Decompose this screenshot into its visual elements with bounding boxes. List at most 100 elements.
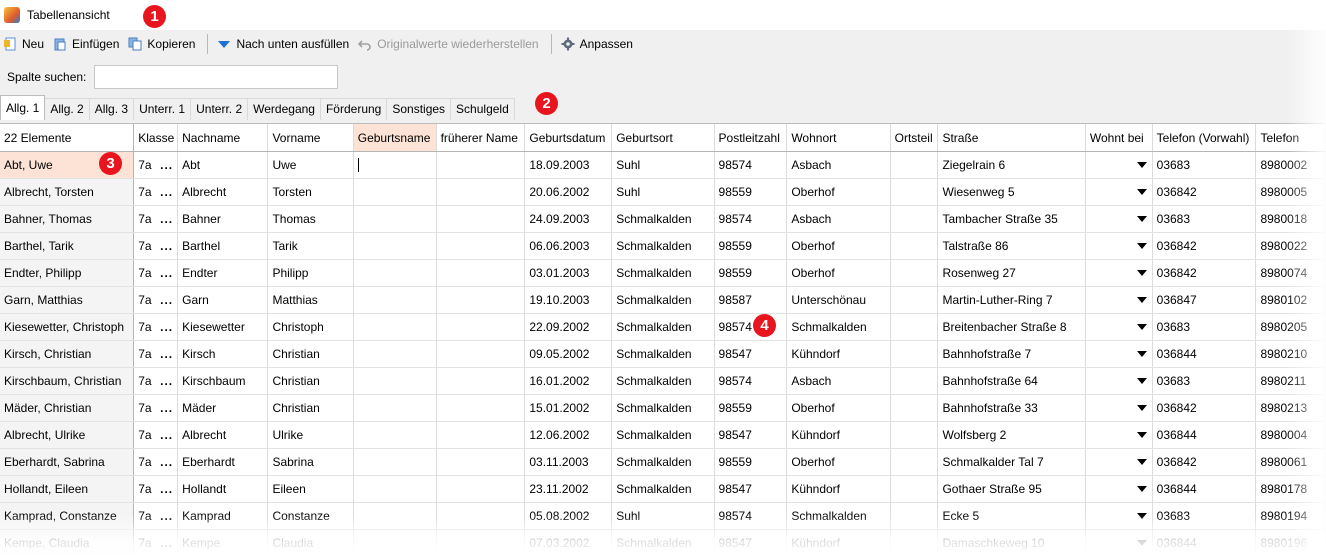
- wohnt-bei-dropdown[interactable]: [1085, 448, 1153, 476]
- table-row[interactable]: Garn, Matthias 7a... Garn Matthias 19.10.200…: [0, 286, 1326, 314]
- strasse-cell[interactable]: Wolfsberg 2: [937, 421, 1086, 449]
- vorwahl-cell[interactable]: 036844: [1152, 421, 1257, 449]
- geburtsort-cell[interactable]: Schmalkalden: [611, 340, 715, 368]
- ortsteil-cell[interactable]: [890, 205, 939, 233]
- frueher-cell[interactable]: [436, 529, 526, 557]
- plz-cell[interactable]: 98547: [714, 475, 788, 503]
- vorname-cell[interactable]: Eileen: [267, 475, 354, 503]
- ortsteil-cell[interactable]: [890, 313, 939, 341]
- vorname-cell[interactable]: Claudia: [267, 529, 354, 557]
- table-row[interactable]: Kirsch, Christian 7a... Kirsch Christian 09.…: [0, 340, 1326, 368]
- geburtsdatum-cell[interactable]: 20.06.2002: [524, 178, 613, 206]
- vorwahl-cell[interactable]: 036842: [1152, 259, 1257, 287]
- column-header-nachname[interactable]: Nachname: [177, 124, 269, 152]
- column-header-telefon[interactable]: Telefon: [1255, 124, 1326, 152]
- geburtsdatum-cell[interactable]: 06.06.2003: [524, 232, 613, 260]
- nachname-cell[interactable]: Abt: [177, 151, 269, 179]
- geburtsort-cell[interactable]: Suhl: [611, 151, 715, 179]
- telefon-cell[interactable]: 8980205: [1255, 313, 1326, 341]
- wohnort-cell[interactable]: Unterschönau: [786, 286, 891, 314]
- ellipsis-button[interactable]: ...: [160, 185, 173, 199]
- tab-foerderung[interactable]: Förderung: [319, 98, 388, 120]
- nachname-cell[interactable]: Kirschbaum: [177, 367, 269, 395]
- geburtsdatum-cell[interactable]: 15.01.2002: [524, 394, 613, 422]
- wohnt-bei-dropdown[interactable]: [1085, 421, 1153, 449]
- table-row[interactable]: Bahner, Thomas 7a... Bahner Thomas 24.09.200…: [0, 205, 1326, 233]
- ortsteil-cell[interactable]: [890, 151, 939, 179]
- row-header-cell[interactable]: Mäder, Christian: [0, 394, 135, 422]
- column-header-postleitzahl[interactable]: Postleitzahl: [714, 124, 788, 152]
- wohnort-cell[interactable]: Oberhof: [786, 232, 891, 260]
- geburtsort-cell[interactable]: Suhl: [611, 178, 715, 206]
- ellipsis-button[interactable]: ...: [160, 158, 173, 172]
- wohnt-bei-dropdown[interactable]: [1085, 151, 1153, 179]
- geburtsort-cell[interactable]: Schmalkalden: [611, 421, 715, 449]
- row-header-cell[interactable]: Bahner, Thomas: [0, 205, 135, 233]
- frueher-cell[interactable]: [436, 340, 526, 368]
- vorname-cell[interactable]: Philipp: [267, 259, 354, 287]
- wohnort-cell[interactable]: Oberhof: [786, 394, 891, 422]
- wohnt-bei-dropdown[interactable]: [1085, 529, 1153, 557]
- tab-unterr-2[interactable]: Unterr. 2: [190, 98, 249, 120]
- telefon-cell[interactable]: 8980178: [1255, 475, 1326, 503]
- geburtsort-cell[interactable]: Schmalkalden: [611, 448, 715, 476]
- klasse-cell[interactable]: 7a...: [133, 232, 179, 260]
- nachname-cell[interactable]: Eberhardt: [177, 448, 269, 476]
- strasse-cell[interactable]: Ecke 5: [937, 502, 1086, 530]
- tab-allg-1[interactable]: Allg. 1: [0, 95, 46, 120]
- geburtsort-cell[interactable]: Schmalkalden: [611, 232, 715, 260]
- plz-cell[interactable]: 98559: [714, 394, 788, 422]
- insert-button[interactable]: Einfügen: [50, 32, 123, 56]
- ellipsis-button[interactable]: ...: [160, 374, 173, 388]
- nachname-cell[interactable]: Kirsch: [177, 340, 269, 368]
- vorwahl-cell[interactable]: 03683: [1152, 205, 1257, 233]
- plz-cell[interactable]: 98559: [714, 448, 788, 476]
- vorwahl-cell[interactable]: 03683: [1152, 313, 1257, 341]
- geburtsname-cell[interactable]: [353, 259, 437, 287]
- geburtsort-cell[interactable]: Schmalkalden: [611, 394, 715, 422]
- tab-sonstiges[interactable]: Sonstiges: [386, 98, 452, 120]
- ellipsis-button[interactable]: ...: [160, 320, 173, 334]
- frueher-cell[interactable]: [436, 421, 526, 449]
- klasse-cell[interactable]: 7a...: [133, 340, 179, 368]
- nachname-cell[interactable]: Kempe: [177, 529, 269, 557]
- vorwahl-cell[interactable]: 036842: [1152, 232, 1257, 260]
- nachname-cell[interactable]: Kamprad: [177, 502, 269, 530]
- vorname-cell[interactable]: Christian: [267, 367, 354, 395]
- klasse-cell[interactable]: 7a...: [133, 151, 179, 179]
- strasse-cell[interactable]: Talstraße 86: [937, 232, 1086, 260]
- column-header-strasse[interactable]: Straße: [937, 124, 1086, 152]
- nachname-cell[interactable]: Barthel: [177, 232, 269, 260]
- table-row[interactable]: Hollandt, Eileen 7a... Hollandt Eileen 23.11…: [0, 475, 1326, 503]
- strasse-cell[interactable]: Bahnhofstraße 64: [937, 367, 1086, 395]
- strasse-cell[interactable]: Wiesenweg 5: [937, 178, 1086, 206]
- geburtsdatum-cell[interactable]: 24.09.2003: [524, 205, 613, 233]
- wohnort-cell[interactable]: Kühndorf: [786, 529, 891, 557]
- geburtsname-cell[interactable]: [353, 529, 437, 557]
- plz-cell[interactable]: 98547: [714, 529, 788, 557]
- wohnt-bei-dropdown[interactable]: [1085, 313, 1153, 341]
- ortsteil-cell[interactable]: [890, 448, 939, 476]
- table-row[interactable]: Kamprad, Constanze 7a... Kamprad Constanze 0…: [0, 502, 1326, 530]
- row-header-cell[interactable]: Hollandt, Eileen: [0, 475, 135, 503]
- ellipsis-button[interactable]: ...: [160, 482, 173, 496]
- geburtsname-cell[interactable]: [353, 340, 437, 368]
- row-header-cell[interactable]: Kamprad, Constanze: [0, 502, 135, 530]
- geburtsdatum-cell[interactable]: 07.03.2002: [524, 529, 613, 557]
- geburtsort-cell[interactable]: Schmalkalden: [611, 259, 715, 287]
- ortsteil-cell[interactable]: [890, 502, 939, 530]
- table-row[interactable]: Eberhardt, Sabrina 7a... Eberhardt Sabrina 0…: [0, 448, 1326, 476]
- table-row[interactable]: Albrecht, Torsten 7a... Albrecht Torsten 20.…: [0, 178, 1326, 206]
- ellipsis-button[interactable]: ...: [160, 455, 173, 469]
- wohnort-cell[interactable]: Schmalkalden: [786, 502, 891, 530]
- wohnort-cell[interactable]: Asbach: [786, 151, 891, 179]
- row-header-cell[interactable]: Kirschbaum, Christian: [0, 367, 135, 395]
- nachname-cell[interactable]: Bahner: [177, 205, 269, 233]
- plz-cell[interactable]: 98574: [714, 367, 788, 395]
- geburtsname-cell[interactable]: [353, 502, 437, 530]
- telefon-cell[interactable]: 8980061: [1255, 448, 1326, 476]
- column-header-geburtsdatum[interactable]: Geburtsdatum: [524, 124, 613, 152]
- plz-cell[interactable]: 98547: [714, 421, 788, 449]
- strasse-cell[interactable]: Damaschkeweg 10: [937, 529, 1086, 557]
- strasse-cell[interactable]: Bahnhofstraße 7: [937, 340, 1086, 368]
